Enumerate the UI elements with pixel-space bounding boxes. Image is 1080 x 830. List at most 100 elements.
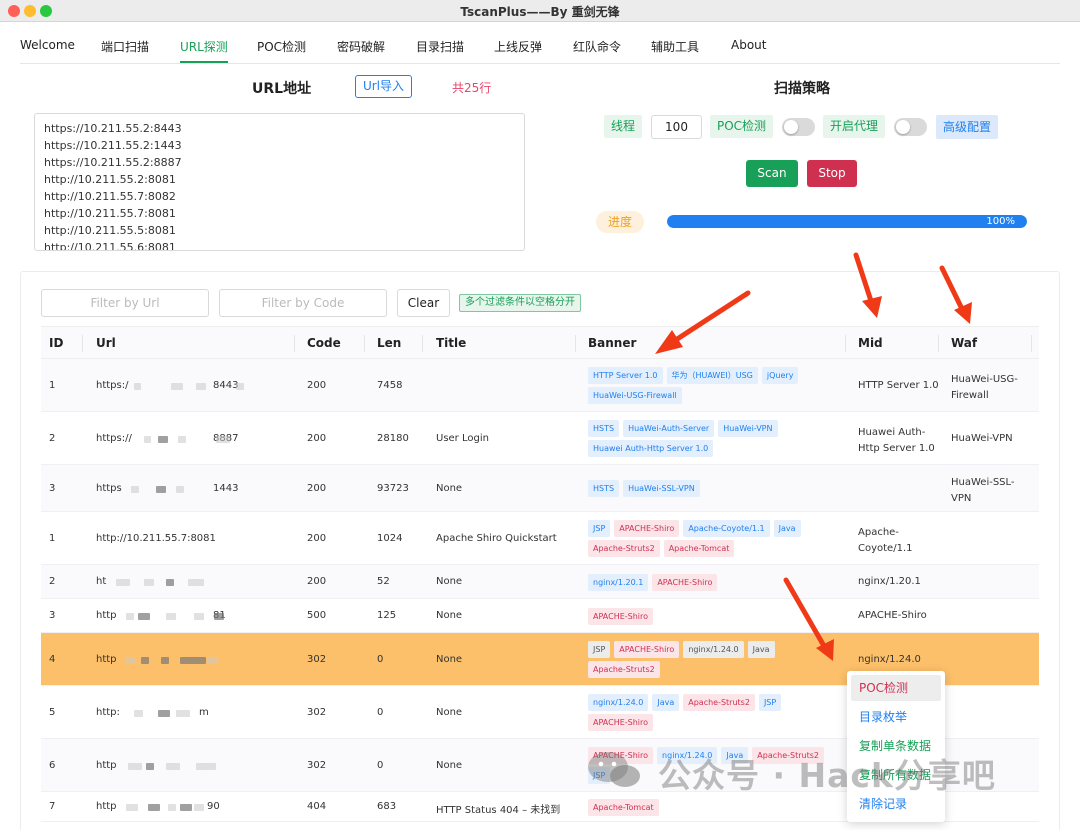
tab-url-probe[interactable]: URL探测	[180, 38, 228, 55]
banner-tag: HSTS	[588, 420, 620, 437]
progress-label: 进度	[596, 211, 644, 233]
cell-url: https://	[96, 432, 132, 444]
banner-tag: Apache-Struts2	[588, 661, 660, 678]
tab-reverse-shell[interactable]: 上线反弹	[494, 38, 542, 55]
cell-url: ht	[96, 576, 107, 587]
col-id[interactable]: ID	[49, 336, 63, 350]
banner-tag: APACHE-Shiro	[614, 520, 680, 537]
table-row[interactable]: 2 ht 200 52 None nginx/1.20.1 APACHE-Shiro ngin…	[41, 565, 1039, 599]
redaction	[156, 485, 166, 493]
cell-waf: HuaWei-VPN	[951, 432, 1013, 444]
banner-tags: JSP APACHE-Shiro Apache-Coyote/1.1 Java Apac…	[588, 520, 848, 557]
stop-button[interactable]: Stop	[807, 160, 857, 187]
redaction	[171, 382, 183, 390]
cell-mid: HTTP Server 1.0	[858, 379, 939, 391]
cell-id: 3	[49, 610, 56, 621]
clear-button[interactable]: Clear	[397, 289, 450, 317]
banner-tag: HuaWei-Auth-Server	[623, 420, 715, 437]
progress-fill	[667, 215, 1027, 228]
banner-tag: APACHE-Shiro	[588, 714, 654, 731]
redaction	[131, 485, 139, 493]
cell-url: http:	[96, 706, 120, 718]
banner-tag: HuaWei-VPN	[718, 420, 778, 437]
redaction	[196, 382, 206, 390]
tab-welcome[interactable]: Welcome	[20, 38, 75, 52]
advanced-config-button[interactable]: 高级配置	[936, 115, 999, 139]
banner-tag: 华为（HUAWEI）USG	[666, 367, 758, 384]
tab-poc-check[interactable]: POC检测	[257, 38, 306, 55]
banner-tags: nginx/1.24.0 Java Apache-Struts2 JSP APACHE-…	[588, 694, 848, 731]
cell-url: http	[96, 801, 117, 812]
table-row[interactable]: 1 https:/8443 200 7458 HTTP Server 1.0 华为（HUA…	[41, 359, 1039, 412]
menu-poc-check[interactable]: POC检测	[851, 675, 941, 701]
col-code[interactable]: Code	[307, 336, 341, 350]
col-title[interactable]: Title	[436, 336, 466, 350]
url-textarea[interactable]: https://10.211.55.2:8443 https://10.211.…	[34, 113, 525, 251]
url-line: https://10.211.55.2:8443	[44, 122, 182, 135]
banner-tag: Apache-Coyote/1.1	[683, 520, 770, 537]
proxy-toggle[interactable]	[894, 118, 927, 136]
col-waf[interactable]: Waf	[951, 336, 977, 350]
scan-button[interactable]: Scan	[746, 160, 798, 187]
redaction	[126, 656, 136, 664]
redaction	[158, 435, 168, 443]
active-tab-indicator	[180, 61, 228, 63]
tab-redteam-commands[interactable]: 红队命令	[573, 38, 621, 55]
cell-id: 2	[49, 432, 56, 444]
thread-input[interactable]: 100	[651, 115, 702, 139]
cell-len: 0	[377, 759, 384, 771]
url-line: https://10.211.55.2:8887	[44, 156, 182, 169]
table-row[interactable]: 3 https 1443 200 93723 None HSTS HuaWei-SSL-VPN…	[41, 465, 1039, 512]
cell-len: 93723	[377, 482, 409, 494]
url-panel-title: URL地址	[252, 81, 312, 97]
redaction	[146, 762, 154, 770]
cell-mid: Apache-Coyote/1.1	[858, 526, 913, 554]
cell-code: 404	[307, 801, 327, 812]
redaction	[168, 804, 176, 811]
col-len[interactable]: Len	[377, 336, 401, 350]
tab-port-scan[interactable]: 端口扫描	[101, 38, 149, 55]
redaction	[236, 382, 244, 390]
cell-waf: HuaWei-USG-Firewall	[951, 373, 1018, 401]
banner-tag: Apache-Tomcat	[663, 540, 735, 557]
poc-check-toggle[interactable]	[782, 118, 815, 136]
tab-password-crack[interactable]: 密码破解	[337, 38, 385, 55]
cell-title: None	[436, 482, 463, 494]
table-header: ID Url Code Len Title Banner Mid Waf	[41, 326, 1039, 359]
cell-id: 1	[49, 379, 56, 391]
cell-id: 6	[49, 759, 56, 771]
url-line: http://10.211.55.2:8081	[44, 173, 176, 186]
thread-label: 线程	[604, 115, 643, 138]
filter-url-input[interactable]: Filter by Url	[41, 289, 209, 317]
redaction	[158, 709, 170, 717]
col-mid[interactable]: Mid	[858, 336, 883, 350]
cell-url: http://10.211.55.7:8081	[96, 532, 216, 544]
redaction	[166, 613, 176, 620]
tab-dir-scan[interactable]: 目录扫描	[416, 38, 464, 55]
url-import-button[interactable]: Url导入	[355, 75, 412, 98]
poc-check-label: POC检测	[710, 115, 774, 138]
redaction	[141, 656, 149, 664]
filter-code-input[interactable]: Filter by Code	[219, 289, 387, 317]
cell-mid: APACHE-Shiro	[858, 610, 927, 621]
tab-about[interactable]: About	[731, 38, 766, 52]
redaction	[138, 613, 150, 620]
cell-id: 1	[49, 532, 56, 544]
proxy-label: 开启代理	[823, 115, 886, 138]
redaction	[166, 579, 174, 586]
cell-code: 200	[307, 432, 327, 444]
banner-tags: HTTP Server 1.0 华为（HUAWEI）USG jQuery HuaWei…	[588, 367, 848, 404]
table-row[interactable]: 3http81500125NoneAPACHE-ShiroAPACHE-Shir…	[41, 599, 1039, 633]
tab-tools[interactable]: 辅助工具	[651, 38, 699, 55]
menu-dir-enum[interactable]: 目录枚举	[851, 704, 941, 730]
table-row[interactable]: 2https://888720028180User LoginHSTSHuaWe…	[41, 412, 1039, 465]
watermark-text: 公众号 · Hack分享吧	[658, 756, 996, 795]
banner-tags: JSP APACHE-Shiro nginx/1.24.0 Java Apache-St…	[588, 641, 848, 678]
banner-tags: HSTS HuaWei-Auth-Server HuaWei-VPN Huawei A…	[588, 420, 848, 457]
banner-tag: Java	[773, 520, 801, 537]
table-row[interactable]: 1 http://10.211.55.7:8081 200 1024 Apache Sh…	[41, 512, 1039, 565]
col-url[interactable]: Url	[96, 336, 116, 350]
redaction	[134, 382, 141, 390]
redaction	[148, 804, 160, 811]
col-banner[interactable]: Banner	[588, 336, 636, 350]
